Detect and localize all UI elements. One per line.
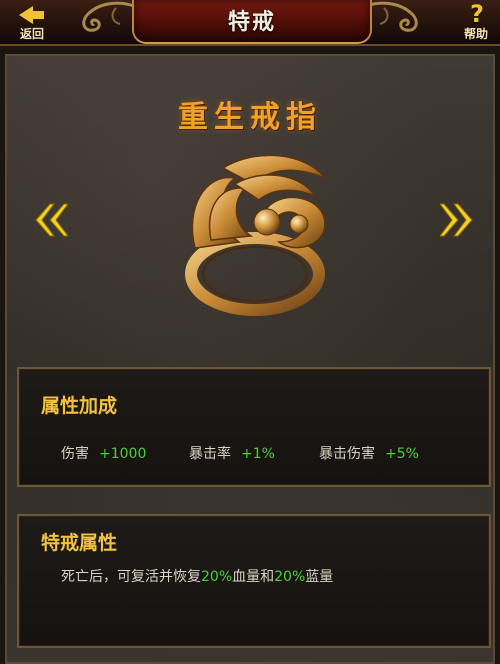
- attribute-bonus-title: 属性加成: [41, 395, 118, 417]
- desc-text: 血量和: [232, 569, 275, 585]
- desc-text: 蓝量: [305, 569, 334, 585]
- question-mark-icon: ?: [470, 0, 484, 28]
- dragon-ornament-left: [82, 1, 135, 32]
- hp-percent: 20%: [201, 569, 233, 585]
- back-button[interactable]: 返回: [6, 2, 58, 42]
- stat-crit-damage: 暴击伤害 +5%: [319, 443, 419, 463]
- special-attribute-description: 死亡后，可复活并恢复20%血量和20%蓝量: [61, 566, 333, 586]
- prev-arrow-icon[interactable]: [34, 200, 68, 240]
- stat-value: +1%: [241, 446, 275, 462]
- back-label: 返回: [19, 27, 44, 41]
- special-attribute-title: 特戒属性: [41, 532, 118, 554]
- help-label: 帮助: [463, 27, 488, 41]
- attribute-bonus-box: 属性加成 伤害 +1000 暴击率 +1% 暴击伤害 +5%: [17, 367, 491, 487]
- desc-text: 死亡后，可复活并恢复: [61, 569, 201, 585]
- help-button[interactable]: ? 帮助: [450, 0, 500, 42]
- stat-crit-rate: 暴击率 +1%: [189, 443, 275, 463]
- stat-value: +1000: [99, 446, 147, 462]
- ring-icon: [185, 154, 328, 316]
- dragon-ornament-right: [365, 1, 418, 32]
- mp-percent: 20%: [274, 569, 306, 585]
- special-attribute-box: 特戒属性 死亡后，可复活并恢复20%血量和20%蓝量: [17, 514, 491, 648]
- title-plate: 特戒: [132, 0, 372, 44]
- stat-damage: 伤害 +1000: [61, 443, 146, 463]
- stat-value: +5%: [385, 446, 419, 462]
- stat-label: 伤害: [61, 446, 89, 462]
- page-title: 特戒: [227, 10, 276, 35]
- stat-label: 暴击伤害: [319, 446, 375, 462]
- item-name: 重生戒指: [178, 100, 322, 135]
- next-arrow-icon[interactable]: [440, 200, 474, 240]
- stat-label: 暴击率: [189, 446, 231, 462]
